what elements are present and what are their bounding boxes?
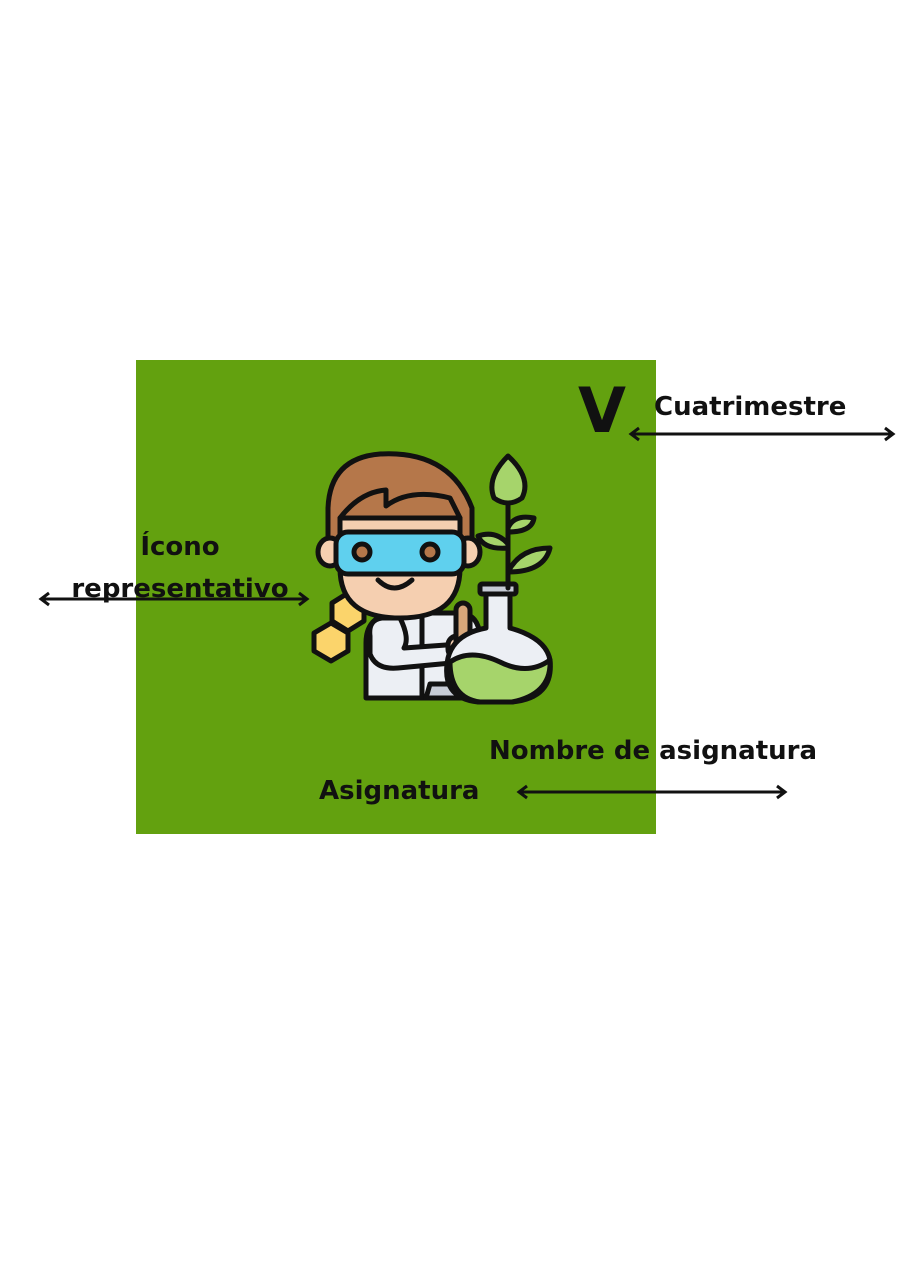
icon-label-line1: Ícono: [140, 532, 220, 562]
subject-name-label: Nombre de asignatura: [489, 736, 818, 766]
subject-arrow: [516, 784, 788, 800]
subject-name-value: Asignatura: [319, 776, 480, 806]
semester-arrow: [628, 426, 896, 442]
semester-label: Cuatrimestre: [654, 392, 847, 422]
semester-number: V: [578, 374, 626, 447]
scientist-plant-flask-icon: [300, 448, 565, 708]
icon-arrow: [38, 591, 310, 607]
